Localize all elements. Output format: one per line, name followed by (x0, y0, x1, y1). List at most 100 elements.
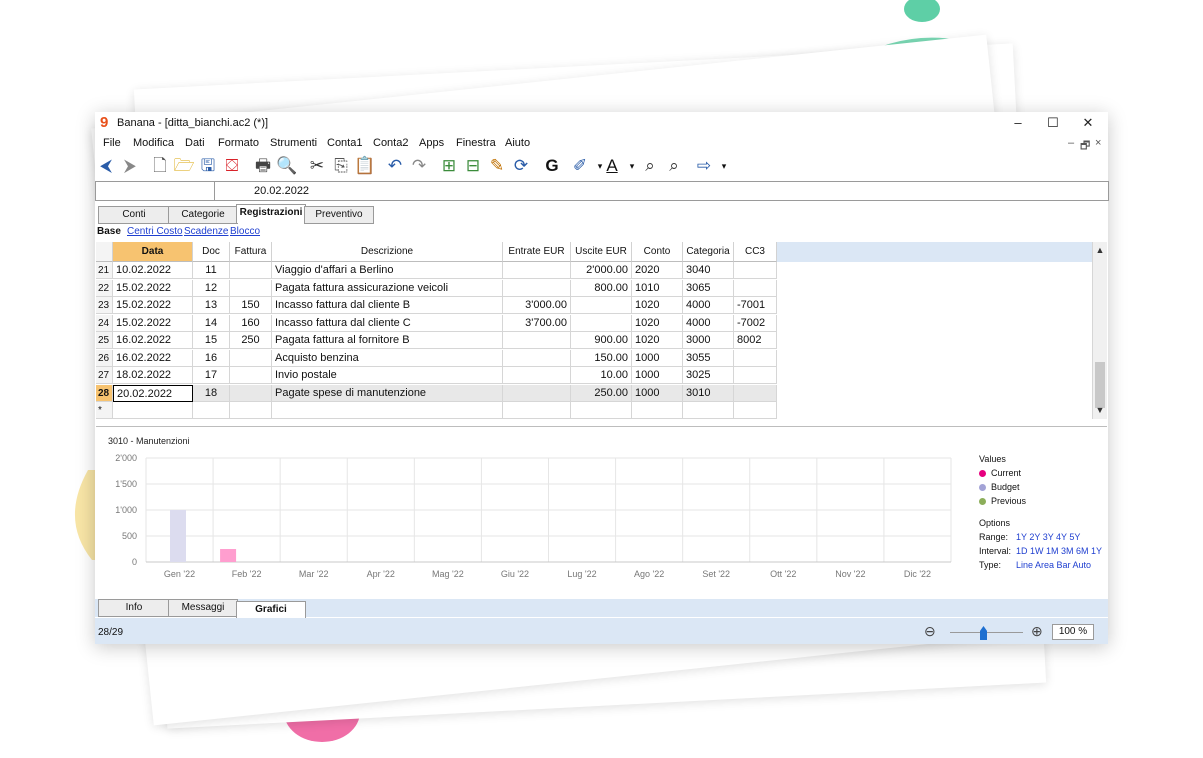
expense-cell[interactable]: 2'000.00 (571, 262, 632, 279)
invoice-cell[interactable]: 150 (230, 297, 272, 314)
expense-cell[interactable]: 150.00 (571, 349, 632, 367)
account-cell[interactable]: 1000 (632, 367, 683, 384)
income-cell[interactable] (503, 332, 571, 349)
account-cell[interactable]: 2020 (632, 262, 683, 279)
doc-cell[interactable]: 16 (193, 349, 230, 367)
type-options[interactable]: Line Area Bar Auto (1016, 560, 1091, 570)
edit-column-icon[interactable]: ✎ (486, 153, 508, 179)
scroll-up-icon[interactable]: ▲ (1093, 245, 1107, 255)
find-icon[interactable]: ⌕ (639, 153, 661, 179)
description-cell[interactable]: Incasso fattura dal cliente C (272, 314, 503, 332)
category-cell[interactable]: 3010 (683, 384, 734, 402)
menu-apps[interactable]: Apps (419, 137, 444, 149)
invoice-cell[interactable] (230, 349, 272, 367)
table-row[interactable]: 26 16.02.2022 16 Acquisto benzina 150.00 1000… (96, 349, 777, 367)
font-color-icon[interactable]: A (601, 153, 623, 179)
column-header-categoria[interactable]: Categoria (683, 242, 734, 262)
save-icon[interactable]: 🖫 (197, 153, 219, 179)
doc-cell[interactable]: 15 (193, 332, 230, 349)
redo-icon[interactable]: ↷ (408, 153, 430, 179)
doc-cell[interactable]: 11 (193, 262, 230, 279)
empty-cell[interactable] (734, 402, 777, 419)
category-cell[interactable]: 3040 (683, 262, 734, 279)
doc-cell[interactable]: 14 (193, 314, 230, 332)
date-cell[interactable]: 16.02.2022 (113, 349, 193, 367)
zoom-slider-thumb[interactable] (980, 626, 987, 640)
column-header-uscite[interactable]: Uscite EUR (571, 242, 632, 262)
table-vertical-scrollbar[interactable]: ▲ ▼ (1092, 242, 1107, 419)
category-cell[interactable]: 4000 (683, 314, 734, 332)
cc3-cell[interactable] (734, 384, 777, 402)
column-header-doc[interactable]: Doc (193, 242, 230, 262)
empty-cell[interactable] (193, 402, 230, 419)
invoice-cell[interactable] (230, 279, 272, 297)
date-cell[interactable]: 10.02.2022 (113, 262, 193, 279)
print-icon[interactable]: 🖶 (252, 153, 274, 179)
description-cell[interactable]: Viaggio d'affari a Berlino (272, 262, 503, 279)
scroll-down-icon[interactable]: ▼ (1093, 405, 1107, 415)
doc-cell[interactable]: 17 (193, 367, 230, 384)
description-cell[interactable]: Pagate spese di manutenzione (272, 384, 503, 402)
expense-cell[interactable]: 800.00 (571, 279, 632, 297)
mdi-minimize-button[interactable]: – (1068, 137, 1074, 149)
table-row[interactable]: 21 10.02.2022 11 Viaggio d'affari a Berlino… (96, 262, 777, 279)
menu-conta1[interactable]: Conta1 (327, 137, 362, 149)
view-centri-costo[interactable]: Centri Costo (127, 226, 183, 237)
table-row[interactable]: 28 20.02.2022 18 Pagate spese di manutenzio… (96, 384, 777, 402)
back-icon[interactable]: ⮜ (95, 153, 117, 179)
mdi-close-button[interactable]: × (1095, 137, 1101, 149)
zoom-out-icon[interactable]: ⊖ (924, 623, 936, 640)
new-file-icon[interactable]: 🗋 (149, 153, 171, 179)
doc-cell[interactable]: 13 (193, 297, 230, 314)
cc3-cell[interactable]: -7001 (734, 297, 777, 314)
income-cell[interactable] (503, 349, 571, 367)
zoom-level[interactable]: 100 % (1052, 624, 1094, 640)
column-header-cc3[interactable]: CC3 (734, 242, 777, 262)
column-header-data[interactable]: Data (113, 242, 193, 262)
account-cell[interactable]: 1000 (632, 349, 683, 367)
income-cell[interactable] (503, 384, 571, 402)
account-cell[interactable]: 1000 (632, 384, 683, 402)
pdf-icon[interactable]: ⛋ (221, 153, 243, 179)
table-row[interactable]: 25 16.02.2022 15 250 Pagata fattura al forni… (96, 332, 777, 349)
expense-cell[interactable]: 900.00 (571, 332, 632, 349)
forward-icon[interactable]: ⮞ (119, 153, 141, 179)
account-cell[interactable]: 1020 (632, 332, 683, 349)
date-cell[interactable]: 15.02.2022 (113, 314, 193, 332)
table-row[interactable]: 27 18.02.2022 17 Invio postale 10.00 1000 3025 (96, 367, 777, 384)
description-cell[interactable]: Incasso fattura dal cliente B (272, 297, 503, 314)
chevron-down-icon[interactable]: ▾ (713, 153, 735, 179)
income-cell[interactable] (503, 279, 571, 297)
expense-cell[interactable]: 10.00 (571, 367, 632, 384)
open-folder-icon[interactable]: 🗁 (173, 153, 195, 179)
date-cell[interactable]: 18.02.2022 (113, 367, 193, 384)
find-next-icon[interactable]: ⌕ (663, 153, 685, 179)
tab-preventivo[interactable]: Preventivo (304, 206, 374, 224)
expense-cell[interactable]: 250.00 (571, 384, 632, 402)
invoice-cell[interactable]: 160 (230, 314, 272, 332)
cell-reference-field[interactable] (96, 182, 215, 200)
tab-messaggi[interactable]: Messaggi (168, 599, 238, 617)
doc-cell[interactable]: 18 (193, 384, 230, 402)
empty-cell[interactable] (272, 402, 503, 419)
menu-dati[interactable]: Dati (185, 137, 205, 149)
interval-options[interactable]: 1D 1W 1M 3M 6M 1Y (1016, 546, 1102, 556)
column-header-conto[interactable]: Conto (632, 242, 683, 262)
empty-cell[interactable] (230, 402, 272, 419)
add-rows-icon[interactable]: ⊞ (438, 153, 460, 179)
menu-modifica[interactable]: Modifica (133, 137, 174, 149)
column-header-fattura[interactable]: Fattura (230, 242, 272, 262)
account-cell[interactable]: 1020 (632, 314, 683, 332)
date-cell[interactable]: 15.02.2022 (113, 279, 193, 297)
cc3-cell[interactable] (734, 262, 777, 279)
insert-rows-icon[interactable]: ⊟ (462, 153, 484, 179)
income-cell[interactable]: 3'000.00 (503, 297, 571, 314)
expense-cell[interactable] (571, 314, 632, 332)
tab-categorie[interactable]: Categorie (168, 206, 238, 224)
recalculate-icon[interactable]: ⟳ (510, 153, 532, 179)
date-cell[interactable]: 15.02.2022 (113, 297, 193, 314)
copy-icon[interactable]: ⎘ (330, 153, 352, 179)
cc3-cell[interactable]: -7002 (734, 314, 777, 332)
tab-info[interactable]: Info (98, 599, 170, 617)
invoice-cell[interactable] (230, 367, 272, 384)
